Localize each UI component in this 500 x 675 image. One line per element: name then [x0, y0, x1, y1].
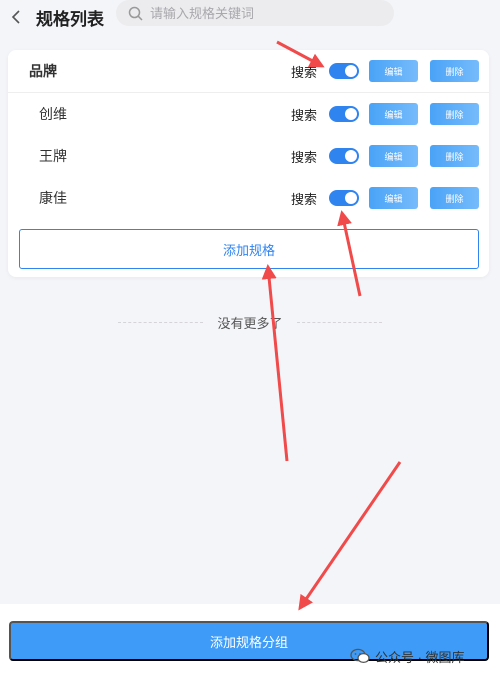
spec-group-card: 品牌 搜索 编辑 删除 创维 搜索 编辑 删除 王牌 搜索 编辑 删除 康佳 搜… — [8, 50, 489, 277]
chevron-left-icon[interactable] — [0, 0, 34, 34]
delete-button[interactable]: 删除 — [430, 103, 479, 125]
list-end-text: 没有更多了 — [217, 315, 283, 331]
divider — [296, 321, 382, 323]
delete-button[interactable]: 删除 — [430, 60, 479, 82]
edit-button[interactable]: 编辑 — [369, 103, 418, 125]
watermark: 公众号 · 微图库 — [350, 645, 465, 667]
delete-button[interactable]: 删除 — [430, 187, 479, 209]
spec-group-row: 品牌 搜索 编辑 删除 — [8, 50, 489, 92]
spec-item-name: 创维 — [39, 106, 67, 122]
spec-item-row: 康佳 搜索 编辑 删除 — [8, 177, 489, 219]
annotation-arrow — [298, 461, 402, 611]
search-toggle[interactable] — [329, 106, 359, 122]
search-toggle[interactable] — [329, 190, 359, 206]
wechat-icon — [350, 648, 370, 664]
search-toggle[interactable] — [329, 148, 359, 164]
page-title: 规格列表 — [36, 9, 104, 29]
search-toggle[interactable] — [329, 63, 359, 79]
annotation-arrow — [261, 264, 289, 462]
add-spec-button[interactable]: 添加规格 — [19, 229, 479, 269]
spec-item-row: 创维 搜索 编辑 删除 — [8, 93, 489, 135]
edit-button[interactable]: 编辑 — [369, 60, 418, 82]
edit-button[interactable]: 编辑 — [369, 187, 418, 209]
watermark-text: 公众号 · 微图库 — [375, 649, 465, 665]
search-bar[interactable] — [116, 0, 394, 26]
spec-item-name: 康佳 — [39, 190, 67, 206]
edit-button[interactable]: 编辑 — [369, 145, 418, 167]
search-toggle-label: 搜索 — [291, 64, 318, 80]
spec-item-row: 王牌 搜索 编辑 删除 — [8, 135, 489, 177]
divider — [118, 321, 204, 323]
search-toggle-label: 搜索 — [291, 149, 318, 165]
delete-button[interactable]: 删除 — [430, 145, 479, 167]
spec-group-name: 品牌 — [29, 63, 57, 79]
search-toggle-label: 搜索 — [291, 107, 318, 123]
search-input[interactable] — [150, 5, 380, 21]
search-icon — [128, 6, 143, 21]
header-bar: 规格列表 — [0, 0, 500, 34]
list-end-indicator: 没有更多了 — [0, 312, 500, 332]
search-toggle-label: 搜索 — [291, 191, 318, 207]
spec-item-name: 王牌 — [39, 148, 67, 164]
